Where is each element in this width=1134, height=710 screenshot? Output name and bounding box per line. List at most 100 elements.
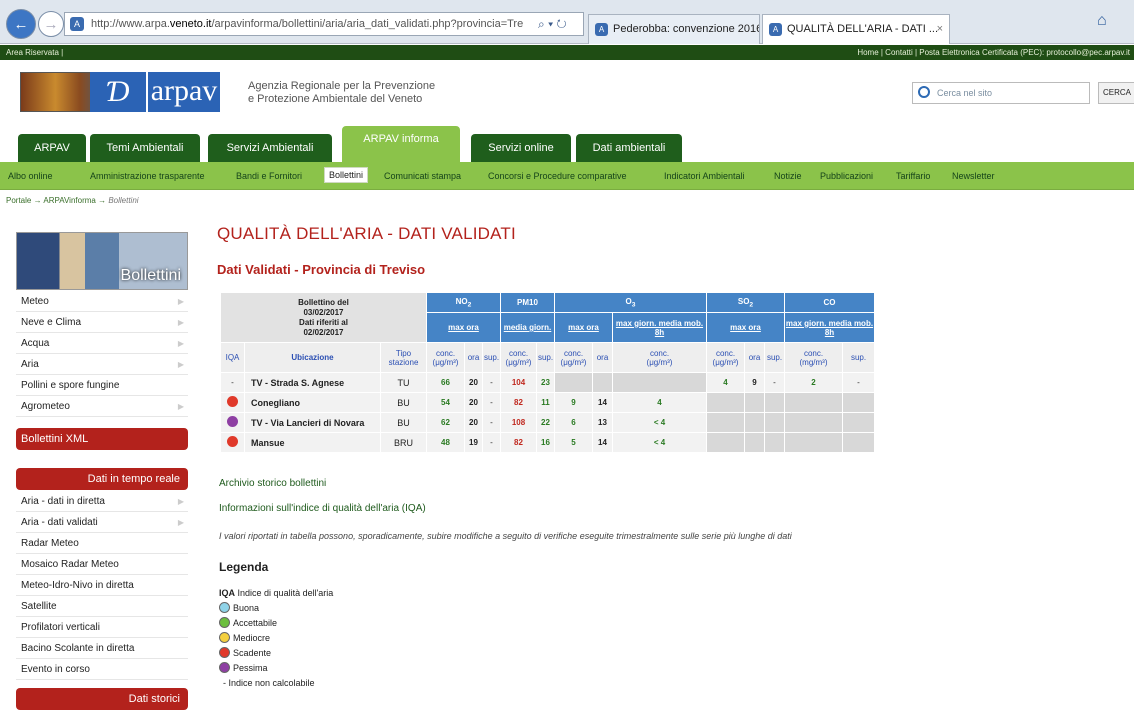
iqa-cell xyxy=(220,432,245,453)
legend-title: Legenda xyxy=(219,560,269,574)
iqa-info-link[interactable]: Informazioni sull'indice di qualità dell… xyxy=(219,503,426,514)
back-button[interactable]: ← xyxy=(6,9,36,39)
dati-storici-header[interactable]: Dati storici xyxy=(16,688,188,710)
browser-toolbar: ← → A http://www.arpa.veneto.it/arpavinf… xyxy=(0,0,1134,44)
tab-arpav-informa[interactable]: ARPAV informa xyxy=(342,126,460,162)
subnav-concorsi[interactable]: Concorsi e Procedure comparative xyxy=(488,171,627,181)
top-links[interactable]: Home | Contatti | Posta Elettronica Cert… xyxy=(857,45,1130,60)
col-iqa: IQA xyxy=(220,342,245,373)
so2-hour xyxy=(744,412,765,433)
so2-exceed xyxy=(764,432,785,453)
home-icon[interactable]: ⌂ xyxy=(1097,12,1107,30)
address-bar-tools[interactable]: ⌕ ▾ ↻ xyxy=(538,12,584,36)
legend-label: Pessima xyxy=(233,663,268,673)
o3-value: 5 xyxy=(554,432,593,453)
sidebar-item-satellite[interactable]: Satellite xyxy=(16,597,188,617)
area-riservata-link[interactable]: Area Riservata | xyxy=(6,45,63,60)
station-type: BRU xyxy=(380,432,427,453)
dati-tempo-reale-header[interactable]: Dati in tempo reale xyxy=(16,468,188,490)
o3-hour xyxy=(592,372,613,393)
metric-pm10: media giorn. xyxy=(500,312,555,343)
sidebar-item-pollini[interactable]: Pollini e spore fungine xyxy=(16,376,188,396)
ref-label: Dati riferiti al xyxy=(299,317,348,327)
legend-iqa-desc: Indice di qualità dell'aria xyxy=(237,588,334,598)
browser-tab-qualita-aria[interactable]: A QUALITÀ DELL'ARIA - DATI ... × xyxy=(762,14,950,44)
site-search-input[interactable]: Cerca nel sito xyxy=(912,82,1090,104)
legend-color-icon xyxy=(219,662,230,673)
sidebar-item-meteo[interactable]: Meteo ▶ xyxy=(16,292,188,312)
sidebar-item-label: Evento in corso xyxy=(21,664,90,675)
subnav-comunicati[interactable]: Comunicati stampa xyxy=(384,171,461,181)
bulletin-date: 03/02/2017 xyxy=(303,307,344,317)
sidebar-item-radar[interactable]: Radar Meteo xyxy=(16,534,188,554)
sidebar-item-aria-validati[interactable]: Aria - dati validati ▶ xyxy=(16,513,188,533)
sidebar-item-profilatori[interactable]: Profilatori verticali xyxy=(16,618,188,638)
search-button[interactable]: CERCA xyxy=(1098,82,1134,104)
conc-label: conc. xyxy=(803,348,824,358)
no2-hour: 20 xyxy=(464,372,483,393)
sidebar-item-neve[interactable]: Neve e Clima ▶ xyxy=(16,313,188,333)
breadcrumb-separator: → xyxy=(98,196,107,205)
subnav-bollettini[interactable]: Bollettini xyxy=(324,167,369,183)
metric-o3-8h: max giorn. media mob. 8h xyxy=(612,312,707,343)
subnav-albo-online[interactable]: Albo online xyxy=(8,171,53,181)
dropdown-icon[interactable]: ▾ xyxy=(548,17,553,31)
legend-item: Accettabile xyxy=(219,616,333,631)
close-tab-icon[interactable]: × xyxy=(937,15,943,43)
subnav-newsletter[interactable]: Newsletter xyxy=(952,171,995,181)
sidebar-item-agrometeo[interactable]: Agrometeo ▶ xyxy=(16,397,188,417)
breadcrumb-current: Bollettini xyxy=(108,196,139,205)
sidebar-item-label: Radar Meteo xyxy=(21,538,79,549)
conc-label: conc. xyxy=(563,348,584,358)
sidebar-item-bacino[interactable]: Bacino Scolante in diretta xyxy=(16,639,188,659)
disclaimer-note: I valori riportati in tabella possono, s… xyxy=(219,531,792,541)
refresh-icon[interactable]: ↻ xyxy=(556,17,566,31)
bollettini-xml-button[interactable]: Bollettini XML xyxy=(16,428,188,450)
breadcrumb-arpavinforma[interactable]: ARPAVinforma xyxy=(43,196,95,205)
tab-arpav[interactable]: ARPAV xyxy=(18,134,86,162)
col-pm10-conc: conc. (μg/m³) xyxy=(500,342,537,373)
no2-exceed: - xyxy=(482,392,501,413)
station-name: Conegliano xyxy=(244,392,381,413)
archivio-link[interactable]: Archivio storico bollettini xyxy=(219,478,326,489)
sidebar-item-aria-diretta[interactable]: Aria - dati in diretta ▶ xyxy=(16,492,188,512)
co-value: 2 xyxy=(784,372,843,393)
legend-color-icon xyxy=(219,632,230,643)
address-bar[interactable]: A http://www.arpa.veneto.it/arpavinforma… xyxy=(64,12,584,36)
pm10-value: 104 xyxy=(500,372,537,393)
sidebar-item-acqua[interactable]: Acqua ▶ xyxy=(16,334,188,354)
subnav-amministrazione[interactable]: Amministrazione trasparente xyxy=(90,171,205,181)
search-icon[interactable]: ⌕ xyxy=(538,17,545,31)
tab-temi-ambientali[interactable]: Temi Ambientali xyxy=(90,134,200,162)
browser-tab-pederobba[interactable]: A Pederobba: convenzione 2016-... xyxy=(588,14,760,44)
site-header: Ɗ arpav Agenzia Regionale per la Prevenz… xyxy=(0,60,1134,126)
chevron-right-icon: ▶ xyxy=(177,402,184,411)
breadcrumb-portale[interactable]: Portale xyxy=(6,196,31,205)
sidebar-item-evento[interactable]: Evento in corso xyxy=(16,660,188,680)
tab-dati-ambientali[interactable]: Dati ambientali xyxy=(576,134,682,162)
no2-value: 62 xyxy=(426,412,465,433)
search-icon xyxy=(918,86,930,98)
tab-servizi-online[interactable]: Servizi online xyxy=(471,134,571,162)
url-prefix: http://www.arpa. xyxy=(91,18,170,30)
metric-co: max giorn. media mob. 8h xyxy=(784,312,875,343)
subnav-pubblicazioni[interactable]: Pubblicazioni xyxy=(820,171,873,181)
sidebar-item-meteo-idro[interactable]: Meteo-Idro-Nivo in diretta xyxy=(16,576,188,596)
o3-8h-value: < 4 xyxy=(612,432,707,453)
pm10-exceed: 23 xyxy=(536,372,555,393)
unit-label: (mg/m³) xyxy=(799,357,828,367)
iqa-status-icon xyxy=(227,436,238,447)
subnav-bandi[interactable]: Bandi e Fornitori xyxy=(236,171,302,181)
subnav-tariffario[interactable]: Tariffario xyxy=(896,171,930,181)
sidebar-item-mosaico[interactable]: Mosaico Radar Meteo xyxy=(16,555,188,575)
subnav-indicatori[interactable]: Indicatori Ambientali xyxy=(664,171,745,181)
o3-value xyxy=(554,372,593,393)
logo-text[interactable]: arpav xyxy=(148,72,220,112)
sidebar-item-aria[interactable]: Aria ▶ xyxy=(16,355,188,375)
table-row: - TV - Strada S. Agnese TU 66 20-104 23 4 9-2- xyxy=(220,372,875,393)
subnav-notizie[interactable]: Notizie xyxy=(774,171,802,181)
tab-servizi-ambientali[interactable]: Servizi Ambientali xyxy=(208,134,332,162)
logo-mark-icon[interactable]: Ɗ xyxy=(90,72,146,112)
sidebar-item-label: Neve e Clima xyxy=(21,317,82,328)
forward-button[interactable]: → xyxy=(38,11,64,37)
